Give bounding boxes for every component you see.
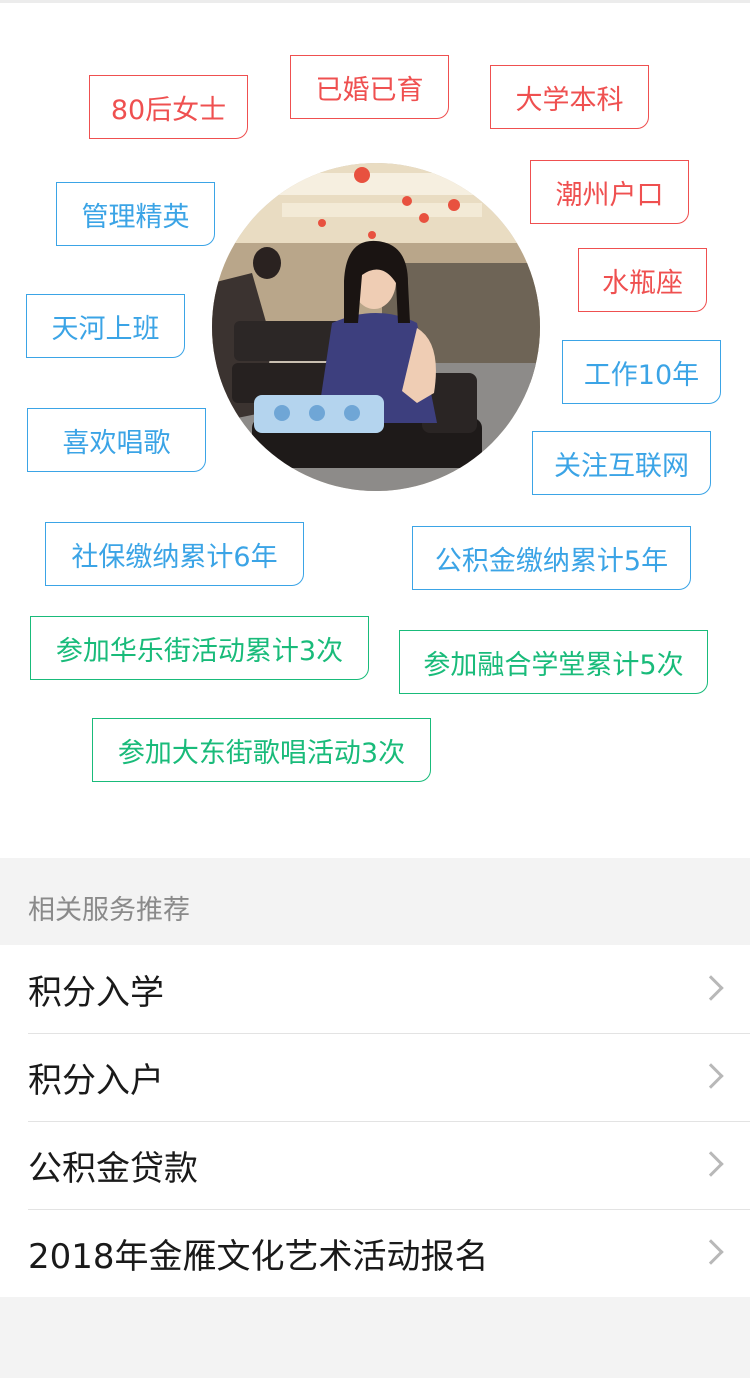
tag-activity-dadongjie: 参加大东街歌唱活动3次 xyxy=(92,718,431,782)
tag-social-security: 社保缴纳累计6年 xyxy=(45,522,304,586)
service-housing-fund-loan[interactable]: 公积金贷款 xyxy=(0,1121,750,1209)
service-points-hukou[interactable]: 积分入户 xyxy=(0,1033,750,1121)
tag-occupation: 管理精英 xyxy=(56,182,215,246)
avatar-photo xyxy=(212,163,540,491)
tag-work-location: 天河上班 xyxy=(26,294,185,358)
service-label: 积分入学 xyxy=(28,972,164,1013)
related-services-list: 积分入学 积分入户 公积金贷款 2018年金雁文化艺术活动报名 xyxy=(0,945,750,1297)
tag-zodiac: 水瓶座 xyxy=(578,248,707,312)
chevron-right-icon xyxy=(698,1063,724,1089)
tag-housing-fund: 公积金缴纳累计5年 xyxy=(412,526,691,590)
chevron-right-icon xyxy=(698,1151,724,1177)
service-label: 积分入户 xyxy=(28,1060,164,1101)
tag-activity-ronghe-school: 参加融合学堂累计5次 xyxy=(399,630,708,694)
tag-work-years: 工作10年 xyxy=(562,340,721,404)
service-label: 2018年金雁文化艺术活动报名 xyxy=(28,1236,489,1277)
service-activity-registration[interactable]: 2018年金雁文化艺术活动报名 xyxy=(0,1209,750,1297)
related-services-title: 相关服务推荐 xyxy=(28,895,190,926)
service-label: 公积金贷款 xyxy=(28,1148,198,1189)
tag-household-registration: 潮州户口 xyxy=(530,160,689,224)
tag-marital-status: 已婚已育 xyxy=(290,55,449,119)
tag-activity-hualejie: 参加华乐街活动累计3次 xyxy=(30,616,369,680)
chevron-right-icon xyxy=(698,1239,724,1265)
service-points-school-admission[interactable]: 积分入学 xyxy=(0,945,750,1033)
tag-age-gender: 80后女士 xyxy=(89,75,248,139)
tag-education: 大学本科 xyxy=(490,65,649,129)
tag-hobby-singing: 喜欢唱歌 xyxy=(27,408,206,472)
avatar xyxy=(212,163,540,491)
chevron-right-icon xyxy=(698,975,724,1001)
tag-interest-internet: 关注互联网 xyxy=(532,431,711,495)
